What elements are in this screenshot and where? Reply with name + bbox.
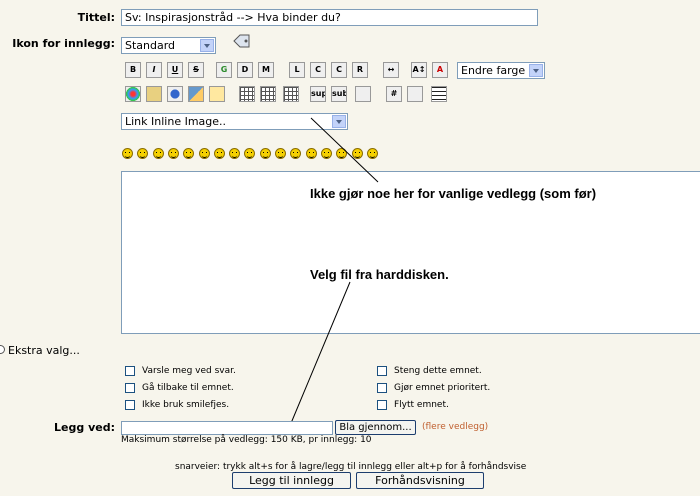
- attachment-file-input[interactable]: [121, 421, 333, 435]
- preview-button[interactable]: Forhåndsvisning: [356, 472, 484, 489]
- option-checkbox[interactable]: [125, 383, 135, 393]
- option-checkbox[interactable]: [377, 366, 387, 376]
- extra-options-toggle[interactable]: Ekstra valg...: [8, 344, 80, 357]
- option-checkbox[interactable]: [377, 383, 387, 393]
- option-label: Flytt emnet.: [394, 400, 449, 410]
- more-attachments-link[interactable]: (flere vedlegg): [422, 422, 488, 432]
- option-label: Varsle meg ved svar.: [142, 366, 236, 376]
- option-checkbox[interactable]: [125, 366, 135, 376]
- attach-label: Legg ved:: [54, 421, 115, 434]
- browse-button[interactable]: Bla gjennom...: [335, 420, 416, 435]
- shortcuts-hint: snarveier: trykk alt+s for å lagre/legg …: [175, 462, 527, 472]
- option-label: Steng dette emnet.: [394, 366, 482, 376]
- option-label: Gå tilbake til emnet.: [142, 383, 234, 393]
- option-label: Ikke bruk smilefjes.: [142, 400, 230, 410]
- option-checkbox[interactable]: [377, 400, 387, 410]
- option-label: Gjør emnet prioritert.: [394, 383, 491, 393]
- max-size-info: Maksimum størrelse på vedlegg: 150 KB, p…: [121, 435, 372, 445]
- option-checkbox[interactable]: [125, 400, 135, 410]
- submit-post-button[interactable]: Legg til innlegg: [232, 472, 351, 489]
